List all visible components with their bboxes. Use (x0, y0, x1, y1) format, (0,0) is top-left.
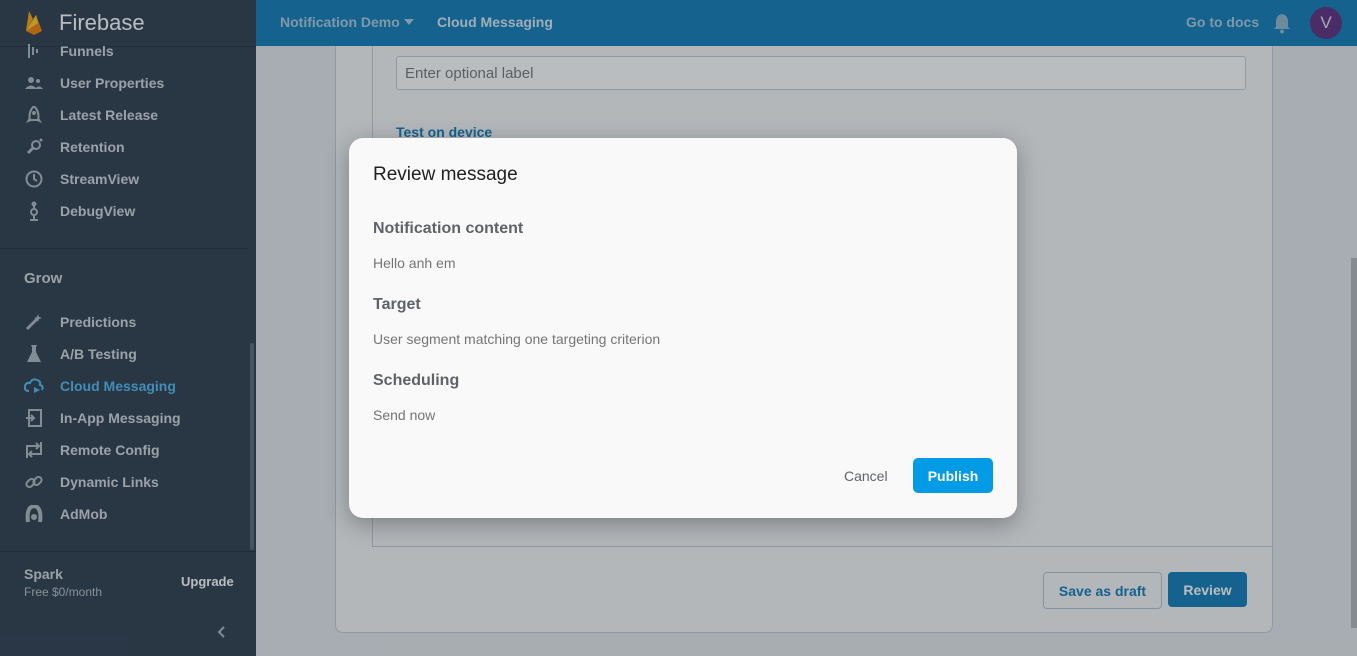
scheduling-value: Send now (373, 407, 436, 423)
target-heading: Target (373, 296, 421, 313)
review-message-dialog: Review message Notification content Hell… (349, 138, 1017, 518)
publish-button[interactable]: Publish (913, 458, 993, 493)
target-value: User segment matching one targeting crit… (373, 331, 661, 347)
notification-content-heading: Notification content (373, 220, 524, 237)
scheduling-heading: Scheduling (373, 372, 460, 389)
dialog-title: Review message (373, 164, 518, 185)
notification-content-value: Hello anh em (373, 255, 456, 271)
cancel-button[interactable]: Cancel (844, 468, 888, 484)
